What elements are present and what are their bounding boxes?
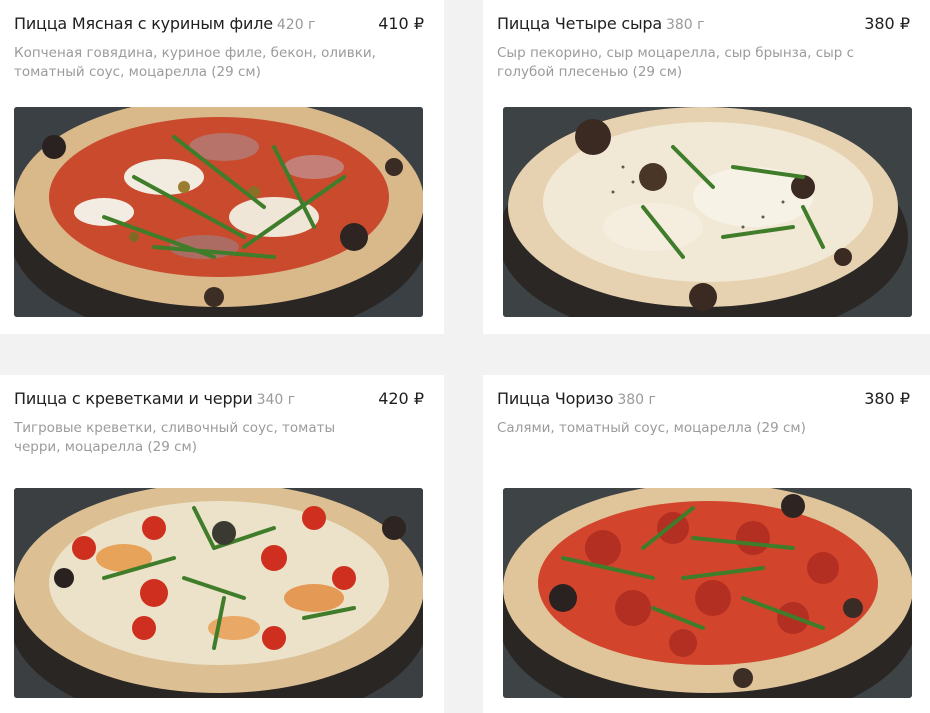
product-description: Копченая говядина, куриное филе, бекон, …	[14, 45, 376, 80]
product-card-chorizo[interactable]: Пицца Чоризо 380 г 380 ₽ Салями, томатный…	[483, 375, 930, 713]
product-weight: 340 г	[256, 392, 296, 408]
product-name: Пицца с креветками и черри	[14, 389, 253, 408]
product-photo[interactable]	[503, 107, 912, 317]
product-title: Пицца Чоризо 380 г	[497, 389, 656, 408]
card-header: Пицца Четыре сыра 380 г 380 ₽	[497, 14, 910, 33]
product-name: Пицца Мясная с куриным филе	[14, 14, 273, 33]
product-price: 420 ₽	[378, 389, 424, 408]
card-header: Пицца Мясная с куриным филе 420 г 410 ₽	[14, 14, 424, 33]
product-title: Пицца Мясная с куриным филе 420 г	[14, 14, 315, 33]
card-header: Пицца с креветками и черри 340 г 420 ₽	[14, 389, 424, 408]
product-name: Пицца Чоризо	[497, 389, 614, 408]
pizza-four-cheese-image	[503, 107, 912, 317]
pizza-shrimp-image	[14, 488, 423, 698]
product-weight: 380 г	[665, 17, 705, 33]
product-photo[interactable]	[503, 488, 912, 698]
product-description: Тигровые креветки, сливочный соус, томат…	[14, 420, 336, 455]
product-description: Сыр пекорино, сыр моцарелла, сыр брынза,…	[497, 45, 855, 80]
product-weight: 380 г	[617, 392, 656, 408]
product-price: 380 ₽	[864, 14, 910, 33]
product-weight: 420 г	[276, 17, 316, 33]
product-photo[interactable]	[14, 107, 423, 317]
product-description: Салями, томатный соус, моцарелла (29 см)	[497, 420, 806, 436]
product-photo[interactable]	[14, 488, 423, 698]
product-card-meat-chicken[interactable]: Пицца Мясная с куриным филе 420 г 410 ₽ К…	[0, 0, 444, 334]
product-card-four-cheese[interactable]: Пицца Четыре сыра 380 г 380 ₽ Сыр пекорин…	[483, 0, 930, 334]
pizza-meat-image	[14, 107, 423, 317]
card-header: Пицца Чоризо 380 г 380 ₽	[497, 389, 910, 408]
product-title: Пицца Четыре сыра 380 г	[497, 14, 704, 33]
product-card-shrimp-cherry[interactable]: Пицца с креветками и черри 340 г 420 ₽ Ти…	[0, 375, 444, 713]
product-title: Пицца с креветками и черри 340 г	[14, 389, 295, 408]
product-price: 410 ₽	[378, 14, 424, 33]
product-price: 380 ₽	[864, 389, 910, 408]
menu-grid: Пицца Мясная с куриным филе 420 г 410 ₽ К…	[0, 0, 930, 713]
pizza-chorizo-image	[503, 488, 912, 698]
product-name: Пицца Четыре сыра	[497, 14, 662, 33]
